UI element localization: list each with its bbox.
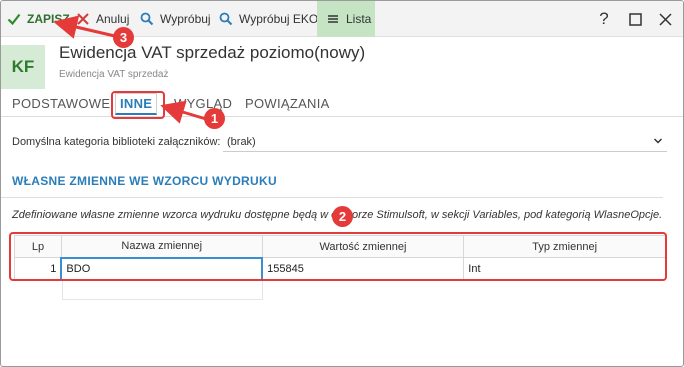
attachment-category-label: Domyślna kategoria biblioteki załącznikó… xyxy=(12,136,221,148)
save-button-label: ZAPISZ xyxy=(27,12,70,26)
tab-podstawowe[interactable]: PODSTAWOWE xyxy=(12,96,110,111)
page-title: Ewidencja VAT sprzedaż poziomo(nowy) xyxy=(59,43,366,62)
table-row[interactable]: 1 BDO 155845 Int xyxy=(14,256,666,281)
column-header-type[interactable]: Typ zmiennej xyxy=(463,235,666,258)
page-subtitle: Ewidencja VAT sprzedaż xyxy=(59,69,169,80)
cell-variable-type[interactable]: Int xyxy=(463,257,666,280)
try-eko-button-label: Wypróbuj EKO xyxy=(239,12,319,26)
close-icon xyxy=(77,13,89,25)
table-header-row: Lp Nazwa zmiennej Wartość zmiennej Typ z… xyxy=(14,235,666,258)
annotation-badge-3: 3 xyxy=(113,27,134,48)
try-eko-button[interactable]: Wypróbuj EKO xyxy=(219,1,318,37)
cell-variable-value[interactable]: 155845 xyxy=(261,257,465,280)
search-icon xyxy=(140,12,154,26)
annotation-badge-2: 2 xyxy=(332,206,353,227)
cell-variable-name[interactable]: BDO xyxy=(60,256,264,281)
list-button[interactable]: Lista xyxy=(317,1,375,37)
column-header-lp[interactable]: Lp xyxy=(14,235,62,258)
column-header-name[interactable]: Nazwa zmiennej xyxy=(60,235,263,258)
form-header: KF Ewidencja VAT sprzedaż poziomo(nowy) … xyxy=(1,37,683,91)
section-divider xyxy=(1,197,663,198)
list-icon xyxy=(328,15,338,23)
try-button[interactable]: Wypróbuj xyxy=(140,1,211,37)
try-button-label: Wypróbuj xyxy=(160,12,211,26)
app-window: ZAPISZ Anuluj Wypróbuj Wypróbuj EKO List… xyxy=(0,0,684,367)
maximize-icon xyxy=(628,12,642,26)
toolbar: ZAPISZ Anuluj Wypróbuj Wypróbuj EKO List… xyxy=(1,1,683,37)
variables-table: Lp Nazwa zmiennej Wartość zmiennej Typ z… xyxy=(14,235,666,281)
close-icon xyxy=(658,12,672,26)
annotation-badge-1: 1 xyxy=(204,108,225,129)
column-header-value[interactable]: Wartość zmiennej xyxy=(261,235,465,258)
maximize-button[interactable] xyxy=(621,1,649,37)
attachment-category-select[interactable]: (brak) xyxy=(223,132,667,152)
save-button[interactable]: ZAPISZ xyxy=(7,1,70,37)
checkmark-icon xyxy=(7,13,21,26)
tab-powiazania[interactable]: POWIĄZANIA xyxy=(245,96,330,111)
cancel-button-label: Anuluj xyxy=(96,12,130,26)
help-icon: ? xyxy=(599,9,609,28)
help-button[interactable]: ? xyxy=(590,1,618,37)
search-icon xyxy=(219,12,233,26)
tab-wyglad[interactable]: WYGLĄD xyxy=(174,96,232,111)
chevron-down-icon xyxy=(653,138,663,144)
attachment-category-value: (brak) xyxy=(227,136,256,148)
cell-lp[interactable]: 1 xyxy=(14,257,62,280)
form-badge: KF xyxy=(1,45,45,89)
list-button-label: Lista xyxy=(346,12,372,26)
tab-inne[interactable]: INNE xyxy=(115,93,158,115)
close-window-button[interactable] xyxy=(651,1,679,37)
new-row-cell[interactable] xyxy=(62,279,263,300)
tab-bar: PODSTAWOWE INNE WYGLĄD POWIĄZANIA xyxy=(1,91,683,117)
section-title: WŁASNE ZMIENNE WE WZORCU WYDRUKU xyxy=(12,174,277,188)
